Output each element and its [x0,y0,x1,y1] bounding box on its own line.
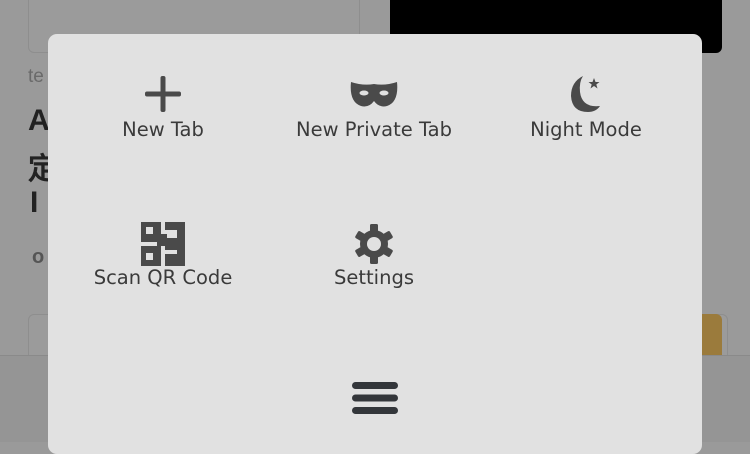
background-title: I [30,186,39,219]
menu-item-label: Night Mode [530,118,642,141]
background-text: te [28,66,44,87]
menu-item-label: Settings [334,266,414,289]
qr-code-icon [141,222,185,266]
background-title: A [28,104,50,137]
scan-qr-code-button[interactable]: Scan QR Code [63,222,263,289]
browser-menu-panel: New Tab New Private Tab Night Mode Scan … [48,34,702,454]
background-meta: o [32,246,45,268]
new-tab-button[interactable]: New Tab [63,74,263,141]
menu-item-label: New Private Tab [296,118,452,141]
plus-icon [145,76,181,112]
hamburger-icon [352,382,398,414]
menu-toggle-button[interactable] [352,380,398,416]
new-private-tab-button[interactable]: New Private Tab [274,74,474,141]
gear-icon [355,224,393,264]
night-mode-button[interactable]: Night Mode [486,74,686,141]
moon-star-icon [571,76,600,112]
menu-item-label: New Tab [122,118,204,141]
settings-button[interactable]: Settings [274,224,474,289]
menu-item-label: Scan QR Code [93,266,233,289]
mask-icon [350,82,398,107]
